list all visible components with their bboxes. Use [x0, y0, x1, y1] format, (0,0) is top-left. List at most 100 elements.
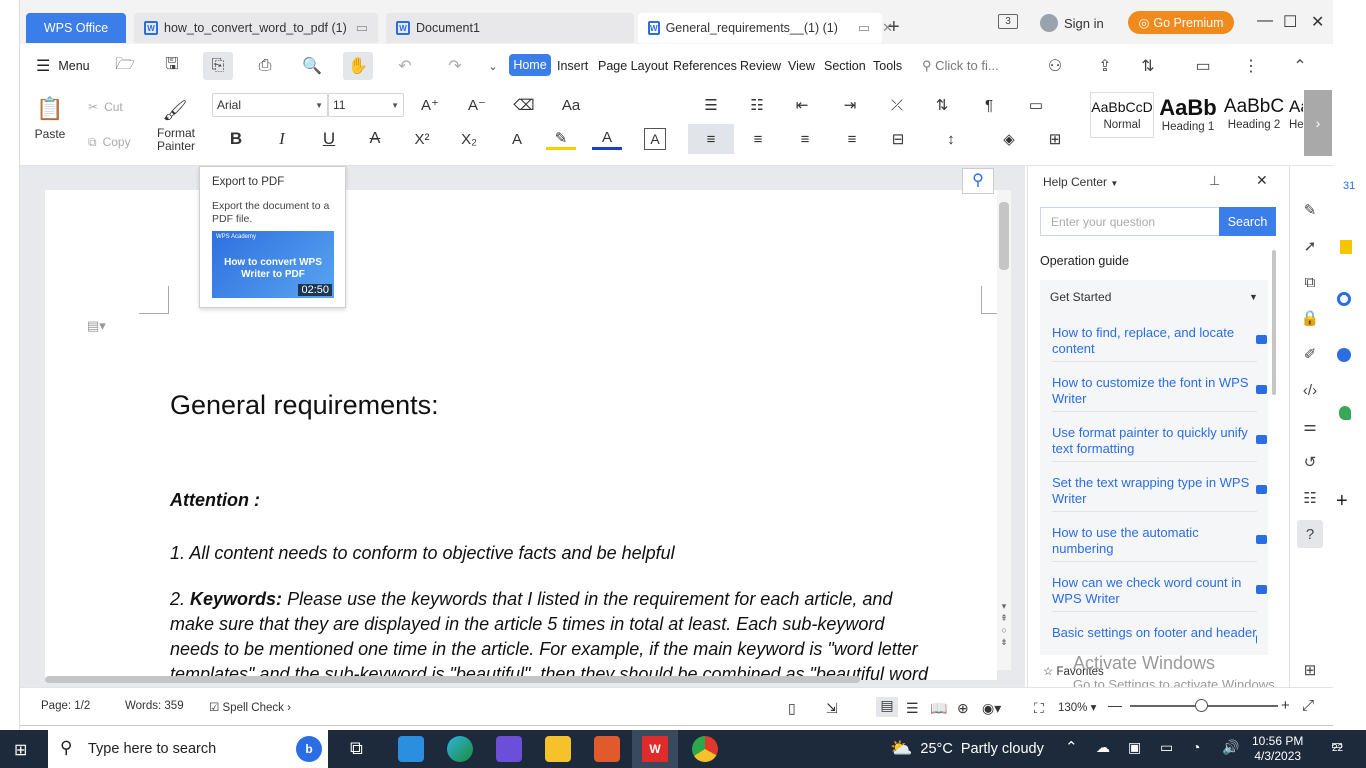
zoom-select[interactable]: 130% ▾ — [1058, 700, 1096, 714]
close-window-button[interactable]: ✕ — [1311, 12, 1324, 32]
guide-link[interactable]: Use format painter to quickly unify text… — [1052, 425, 1267, 462]
history-icon[interactable]: ↺ — [1297, 450, 1323, 474]
meet-now-icon[interactable]: ▣ — [1128, 739, 1141, 756]
text-effect-icon[interactable]: A — [502, 128, 532, 150]
increase-font-icon[interactable]: A⁺ — [418, 94, 442, 116]
more-chevron-icon[interactable]: ⌄ — [478, 52, 508, 80]
battery-icon[interactable]: ▭ — [1160, 739, 1173, 756]
collapse-triangle-icon[interactable]: ▼ — [1249, 292, 1258, 302]
borders-icon[interactable]: ⊞ — [1040, 128, 1070, 150]
get-started-dropdown[interactable]: Get Started — [1050, 290, 1111, 304]
tutorial-video-thumbnail[interactable]: WPS Academy How to convert WPS Writer to… — [212, 231, 334, 298]
sign-in-button[interactable]: Sign in — [1040, 14, 1104, 32]
cloud-sync-icon[interactable]: ⇅ — [1133, 52, 1163, 80]
styles-scroll-right-icon[interactable]: › — [1304, 90, 1332, 156]
eye-protection-icon[interactable]: ◉▾ — [982, 700, 1001, 717]
edge-icon[interactable] — [447, 736, 473, 762]
export-pdf-icon[interactable]: ⎘ — [203, 52, 233, 80]
zoom-in-icon[interactable]: + — [1281, 697, 1290, 714]
tab-how-to-convert[interactable]: Whow_to_convert_word_to_pdf (1) ▭ — [134, 13, 378, 43]
weather-widget[interactable]: ⛅ 25°C Partly cloudy — [890, 738, 1044, 759]
undo-icon[interactable]: ↶ — [390, 52, 420, 80]
word-count[interactable]: Words: 359 — [125, 700, 184, 712]
pencil-icon[interactable]: ✎ — [1297, 198, 1323, 222]
print-preview-icon[interactable]: 🔍 — [297, 52, 327, 80]
vertical-scroll-thumb[interactable] — [999, 202, 1009, 270]
zoom-slider-handle[interactable] — [1195, 699, 1208, 712]
sort-icon[interactable]: ⇅ — [930, 94, 954, 116]
zoom-out-icon[interactable]: — — [1108, 697, 1122, 713]
horizontal-scroll-thumb[interactable] — [45, 676, 860, 683]
document-page[interactable]: ▤▾ General requirements: Attention : 1. … — [45, 190, 997, 680]
distributed-icon[interactable]: ⊟ — [886, 128, 910, 150]
share-user-icon[interactable]: ⚇ — [1040, 52, 1070, 80]
guide-link[interactable]: How to use the automatic numbering — [1052, 525, 1267, 562]
wifi-icon[interactable]: ◔ — [1192, 739, 1200, 755]
align-right-icon[interactable]: ≡ — [793, 128, 817, 150]
font-color-icon[interactable]: A — [592, 128, 622, 150]
bold-icon[interactable]: B — [224, 128, 248, 150]
save-icon[interactable]: 🖫 — [157, 52, 187, 80]
reading-view-icon[interactable]: 📖 — [930, 700, 947, 717]
format-painter-button[interactable]: Format Painter — [152, 126, 200, 154]
guide-link[interactable]: Set the text wrapping type in WPS Writer — [1052, 475, 1267, 512]
print-icon[interactable]: ⎙ — [250, 52, 280, 80]
spell-check-button[interactable]: ☑ Spell Check › — [209, 700, 291, 714]
open-folder-icon[interactable]: 🗁 — [110, 52, 140, 80]
style-heading-1[interactable]: AaBb Heading 1 — [1156, 92, 1220, 138]
maximize-button[interactable]: ☐ — [1283, 12, 1297, 32]
font-size-select[interactable]: 11 ▼ — [328, 93, 404, 117]
doc-icon[interactable]: ▯ — [788, 700, 796, 717]
page-indicator[interactable]: Page: 1/2 — [41, 700, 90, 712]
edit-doc-icon[interactable]: ✐ — [1297, 342, 1323, 366]
cursor-icon[interactable]: ➚ — [1297, 234, 1323, 258]
guide-link[interactable]: Basic settings on footer and header — [1052, 625, 1257, 655]
page-nav-icons[interactable]: ▾ ⇞ ○ ⇟ — [999, 600, 1009, 648]
desktop-add-icon[interactable]: + — [1336, 490, 1348, 513]
bullet-list-icon[interactable]: ☰ — [696, 94, 726, 116]
style-normal[interactable]: AaBbCcD Normal — [1090, 92, 1154, 138]
notifications-button[interactable]: ▭ 22 — [1324, 737, 1350, 761]
export-icon[interactable]: ⇲ — [826, 700, 838, 717]
tab-home[interactable]: Home — [509, 54, 551, 76]
copy-button[interactable]: ⧉ Copy — [88, 133, 131, 151]
align-left-icon[interactable]: ≡ — [688, 124, 734, 154]
tray-overflow-icon[interactable]: ⌃ — [1065, 738, 1078, 756]
clock[interactable]: 10:56 PM 4/3/2023 — [1252, 734, 1303, 764]
paragraph-options-icon[interactable]: ▤▾ — [87, 318, 106, 334]
tab-document1[interactable]: W Document1 — [386, 13, 634, 43]
clear-format-icon[interactable]: ⌫ — [512, 94, 536, 116]
sliders-icon[interactable]: ⚌ — [1297, 414, 1323, 438]
new-tab-button[interactable]: + — [888, 16, 900, 39]
character-border-icon[interactable]: A — [644, 128, 666, 150]
change-case-icon[interactable]: Aa — [556, 94, 586, 116]
format-painter-icon[interactable]: 🖌 — [160, 96, 190, 124]
paste-button[interactable]: Paste — [28, 126, 72, 142]
tab-references[interactable]: References — [673, 44, 737, 88]
outline-view-icon[interactable]: ☰ — [906, 700, 919, 717]
fit-page-icon[interactable]: ⛶ — [1034, 700, 1044, 717]
cut-button[interactable]: ✂ Cut — [88, 98, 123, 116]
superscript-icon[interactable]: X² — [410, 128, 434, 150]
mail-icon[interactable] — [398, 736, 424, 762]
store-icon[interactable] — [594, 736, 620, 762]
tab-page-layout[interactable]: Page Layout — [598, 44, 668, 88]
taskbar-search-box[interactable]: Type here to search — [48, 730, 328, 768]
paste-icon[interactable]: 📋 — [32, 94, 68, 124]
paragraph-mark-icon[interactable]: ¶ — [974, 94, 1004, 116]
align-center-icon[interactable]: ≡ — [746, 128, 770, 150]
collapse-ribbon-icon[interactable]: ⌃ — [1285, 52, 1315, 80]
subscript-icon[interactable]: X₂ — [457, 128, 481, 150]
redo-icon[interactable]: ↷ — [440, 52, 470, 80]
share-icon[interactable]: ⇪ — [1090, 52, 1120, 80]
wps-taskbar-active[interactable]: W — [632, 730, 678, 768]
tab-insert[interactable]: Insert — [557, 44, 588, 88]
tab-wps-office[interactable]: WPS Office — [26, 13, 126, 43]
chinese-layout-icon[interactable]: ⤫ — [882, 94, 912, 116]
help-search-button[interactable]: Search — [1219, 207, 1276, 236]
italic-icon[interactable]: I — [270, 128, 294, 150]
pin-icon[interactable]: ⊥ — [1209, 173, 1220, 189]
hand-tool-icon[interactable]: ✋ — [343, 52, 373, 80]
main-menu-button[interactable]: ☰ Menu — [36, 44, 90, 88]
chrome-icon[interactable] — [692, 736, 718, 762]
